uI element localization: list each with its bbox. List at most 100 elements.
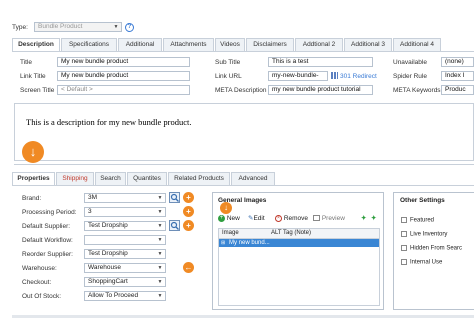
subtitle-field[interactable]: This is a test bbox=[268, 57, 373, 67]
tab-advanced[interactable]: Advanced bbox=[231, 172, 275, 185]
meta-keywords-field[interactable]: Produc bbox=[441, 85, 474, 95]
edit-image-button[interactable]: ✎Edit bbox=[248, 214, 265, 224]
checkbox-icon bbox=[401, 231, 407, 237]
collapse-arrow-icon[interactable]: ↓ bbox=[22, 141, 44, 163]
chevron-down-icon: ▼ bbox=[157, 237, 163, 243]
warehouse-label: Warehouse: bbox=[22, 265, 57, 272]
chevron-down-icon: ▼ bbox=[113, 24, 119, 30]
chevron-down-icon: ▼ bbox=[157, 195, 163, 201]
tab-quantites[interactable]: Quantites bbox=[127, 172, 167, 185]
brand-search-button[interactable] bbox=[169, 192, 180, 203]
description-text: This is a description for my new bundle … bbox=[26, 117, 192, 127]
expand-icon: ⊞ bbox=[221, 240, 226, 246]
checkbox-icon bbox=[401, 217, 407, 223]
col-image: Image bbox=[222, 230, 239, 236]
reorder-supplier-select[interactable]: Test Dropship ▼ bbox=[84, 249, 166, 259]
processing-period-add-button[interactable]: + bbox=[183, 206, 194, 217]
checkout-select[interactable]: ShoppingCart ▼ bbox=[84, 277, 166, 287]
search-icon bbox=[170, 193, 179, 202]
tab-search[interactable]: Search bbox=[95, 172, 126, 185]
live-inventory-checkbox[interactable]: Live Inventory bbox=[401, 231, 447, 238]
default-supplier-label: Default Supplier: bbox=[22, 223, 71, 230]
tab-videos[interactable]: Videos bbox=[215, 38, 245, 51]
default-workflow-label: Default Workflow: bbox=[22, 237, 73, 244]
preview-icon bbox=[313, 215, 320, 222]
tab-description[interactable]: Description bbox=[12, 38, 60, 52]
hidden-from-search-checkbox[interactable]: Hidden From Searc bbox=[401, 245, 462, 252]
spider-rule-label: Spider Rule bbox=[393, 73, 427, 80]
remove-image-button[interactable]: × Remove bbox=[275, 214, 308, 224]
tab-additional-4[interactable]: Additional 4 bbox=[393, 38, 441, 51]
unavailable-field[interactable]: (none) bbox=[441, 57, 474, 67]
reorder-supplier-value: Test Dropship bbox=[88, 250, 128, 257]
tab-properties[interactable]: Properties bbox=[12, 172, 55, 186]
tab-specifications[interactable]: Specifications bbox=[61, 38, 117, 51]
link-url-label: Link URL bbox=[215, 73, 242, 80]
title-field[interactable]: My new bundle product bbox=[57, 57, 190, 67]
brand-select[interactable]: 3M ▼ bbox=[84, 193, 166, 203]
reorder-supplier-label: Reorder Supplier: bbox=[22, 251, 73, 258]
processing-period-select[interactable]: 3 ▼ bbox=[84, 207, 166, 217]
type-select[interactable]: Bundle Product ▼ bbox=[34, 22, 122, 32]
editor-divider bbox=[14, 164, 474, 165]
link-url-field[interactable]: my-new-bundle- bbox=[268, 71, 328, 81]
processing-period-label: Processing Period: bbox=[22, 209, 77, 216]
search-icon bbox=[170, 221, 179, 230]
images-table-header: Image ALT Tag (Note) bbox=[219, 229, 379, 239]
brand-add-button[interactable]: + bbox=[183, 192, 194, 203]
move-up-icon[interactable]: ✦ bbox=[361, 214, 366, 224]
remove-icon: × bbox=[275, 214, 282, 222]
new-image-button[interactable]: + New bbox=[218, 214, 240, 224]
internal-use-checkbox[interactable]: Internal Use bbox=[401, 259, 442, 266]
type-label: Type: bbox=[12, 24, 28, 31]
preview-image-button[interactable]: Preview bbox=[313, 214, 345, 224]
warehouse-select[interactable]: Warehouse ▼ bbox=[84, 263, 166, 273]
images-toolbar: + New ✎Edit × Remove Preview ✦ ✦ bbox=[218, 214, 380, 224]
checkout-value: ShoppingCart bbox=[88, 278, 128, 285]
meta-description-label: META Description bbox=[215, 87, 267, 94]
tab-shipping[interactable]: Shipping bbox=[56, 172, 94, 185]
title-label: Title bbox=[20, 59, 33, 66]
link-title-field[interactable]: My new bundle product bbox=[57, 71, 190, 81]
link-title-label: Link Title bbox=[20, 73, 46, 80]
new-arrow-icon: ↓ bbox=[220, 202, 232, 214]
brand-label: Brand: bbox=[22, 195, 42, 202]
tab-related-products[interactable]: Related Products bbox=[168, 172, 230, 185]
horizontal-scrollbar[interactable] bbox=[12, 315, 474, 318]
screen-title-field[interactable]: < Default > bbox=[57, 85, 190, 95]
out-of-stock-value: Allow To Proceed bbox=[88, 292, 139, 299]
tab-attachments[interactable]: Attachments bbox=[163, 38, 214, 51]
unavailable-label: Unavailable bbox=[393, 59, 427, 66]
tab-disclaimers[interactable]: Disclaimers bbox=[246, 38, 294, 51]
chevron-down-icon: ▼ bbox=[157, 251, 163, 257]
description-editor[interactable]: This is a description for my new bundle … bbox=[14, 103, 474, 161]
move-down-icon[interactable]: ✦ bbox=[371, 214, 376, 224]
images-table: Image ALT Tag (Note) ⊞ My new bund... bbox=[218, 228, 380, 306]
chevron-down-icon: ▼ bbox=[157, 265, 163, 271]
edit-label: Edit bbox=[253, 215, 265, 222]
default-workflow-select[interactable]: ▼ bbox=[84, 235, 166, 245]
help-icon[interactable]: ? bbox=[125, 23, 134, 32]
featured-checkbox[interactable]: Featured bbox=[401, 217, 434, 224]
preview-label: Preview bbox=[321, 215, 345, 222]
supplier-search-button[interactable] bbox=[169, 220, 180, 231]
processing-period-value: 3 bbox=[88, 208, 92, 215]
brand-value: 3M bbox=[88, 194, 98, 201]
redirect-link[interactable]: 301 Redirect bbox=[340, 73, 377, 80]
meta-description-field[interactable]: my new bundle product tutorial bbox=[268, 85, 373, 95]
default-supplier-add-button[interactable]: + bbox=[183, 220, 194, 231]
warehouse-arrow-button[interactable]: ← bbox=[183, 262, 194, 273]
checkout-label: Checkout: bbox=[22, 279, 52, 286]
featured-label: Featured bbox=[410, 217, 435, 224]
row-image-name: My new bund... bbox=[229, 240, 270, 246]
table-row[interactable]: ⊞ My new bund... bbox=[219, 239, 379, 247]
out-of-stock-select[interactable]: Allow To Proceed ▼ bbox=[84, 291, 166, 301]
spider-rule-field[interactable]: Index I bbox=[441, 71, 474, 81]
tab-additional-3[interactable]: Additional 3 bbox=[344, 38, 392, 51]
remove-label: Remove bbox=[283, 215, 309, 222]
tab-additional[interactable]: Additional bbox=[118, 38, 162, 51]
tab-additional-2[interactable]: Addtional 2 bbox=[295, 38, 343, 51]
default-supplier-select[interactable]: Test Dropship ▼ bbox=[84, 221, 166, 231]
hidden-from-search-label: Hidden From Searc bbox=[410, 245, 463, 252]
new-label: New bbox=[226, 215, 240, 222]
